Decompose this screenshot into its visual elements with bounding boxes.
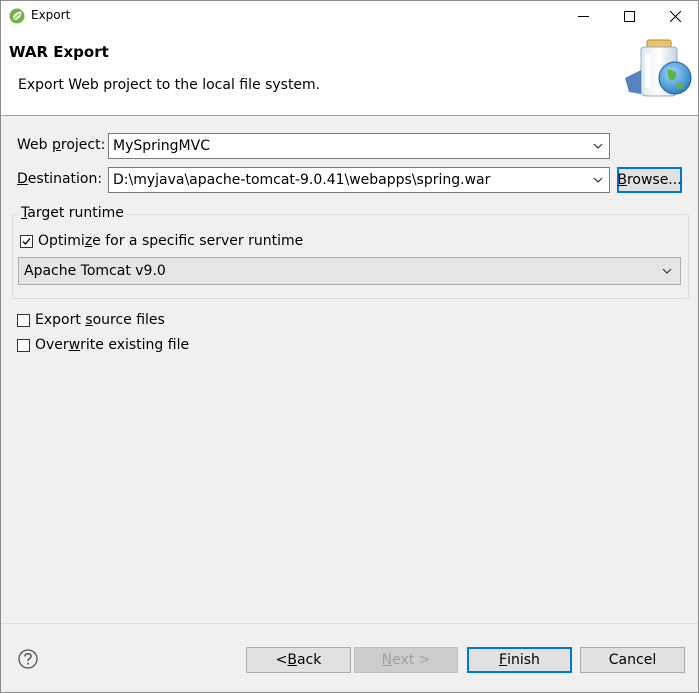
page-description: Export Web project to the local file sys…: [18, 77, 321, 93]
checkbox-unchecked-icon: [17, 338, 30, 352]
web-project-label: Web project:: [17, 137, 106, 153]
destination-label: Destination:: [17, 171, 103, 187]
chevron-down-icon: [593, 177, 603, 183]
help-question-icon[interactable]: [18, 649, 38, 669]
server-runtime-select[interactable]: Apache Tomcat v9.0: [18, 257, 681, 285]
optimize-runtime-checkbox[interactable]: Optimize for a specific server runtime: [20, 233, 303, 249]
checkbox-checked-icon: [20, 234, 33, 248]
back-button[interactable]: < Back: [246, 647, 351, 673]
cancel-button[interactable]: Cancel: [580, 647, 685, 673]
target-runtime-title: Target runtime: [18, 205, 127, 221]
war-jar-globe-icon: [625, 39, 692, 97]
destination-input[interactable]: D:\myjava\apache-tomcat-9.0.41\webapps\s…: [108, 167, 610, 193]
destination-value: D:\myjava\apache-tomcat-9.0.41\webapps\s…: [113, 172, 491, 188]
chevron-down-icon: [662, 268, 672, 274]
server-runtime-value: Apache Tomcat v9.0: [24, 263, 166, 279]
web-project-select[interactable]: MySpringMVC: [108, 133, 610, 159]
minimize-button[interactable]: [560, 1, 606, 32]
export-source-checkbox[interactable]: Export source files: [17, 312, 165, 328]
maximize-icon: [623, 11, 635, 22]
close-icon: [669, 11, 681, 22]
optimize-runtime-label: Optimize for a specific server runtime: [38, 233, 304, 249]
spring-leaf-icon: [9, 8, 25, 24]
close-button[interactable]: [652, 1, 698, 32]
overwrite-label: Overwrite existing file: [35, 337, 190, 353]
checkbox-unchecked-icon: [17, 313, 30, 327]
minimize-icon: [577, 16, 589, 17]
maximize-button[interactable]: [606, 1, 652, 32]
footer-divider: [1, 623, 698, 624]
export-source-label: Export source files: [35, 312, 165, 328]
web-project-value: MySpringMVC: [113, 138, 210, 154]
title-bar: Export: [1, 1, 698, 32]
export-dialog: Export WAR Export Export Web project to …: [0, 0, 699, 693]
overwrite-checkbox[interactable]: Overwrite existing file: [17, 337, 189, 353]
window-title: Export: [31, 8, 71, 22]
page-title: WAR Export: [9, 43, 109, 61]
browse-button[interactable]: Browse...: [617, 167, 682, 193]
finish-button[interactable]: Finish: [467, 647, 572, 673]
chevron-down-icon: [593, 143, 603, 149]
wizard-banner: WAR Export Export Web project to the loc…: [1, 32, 698, 116]
next-button[interactable]: Next >: [354, 647, 458, 673]
